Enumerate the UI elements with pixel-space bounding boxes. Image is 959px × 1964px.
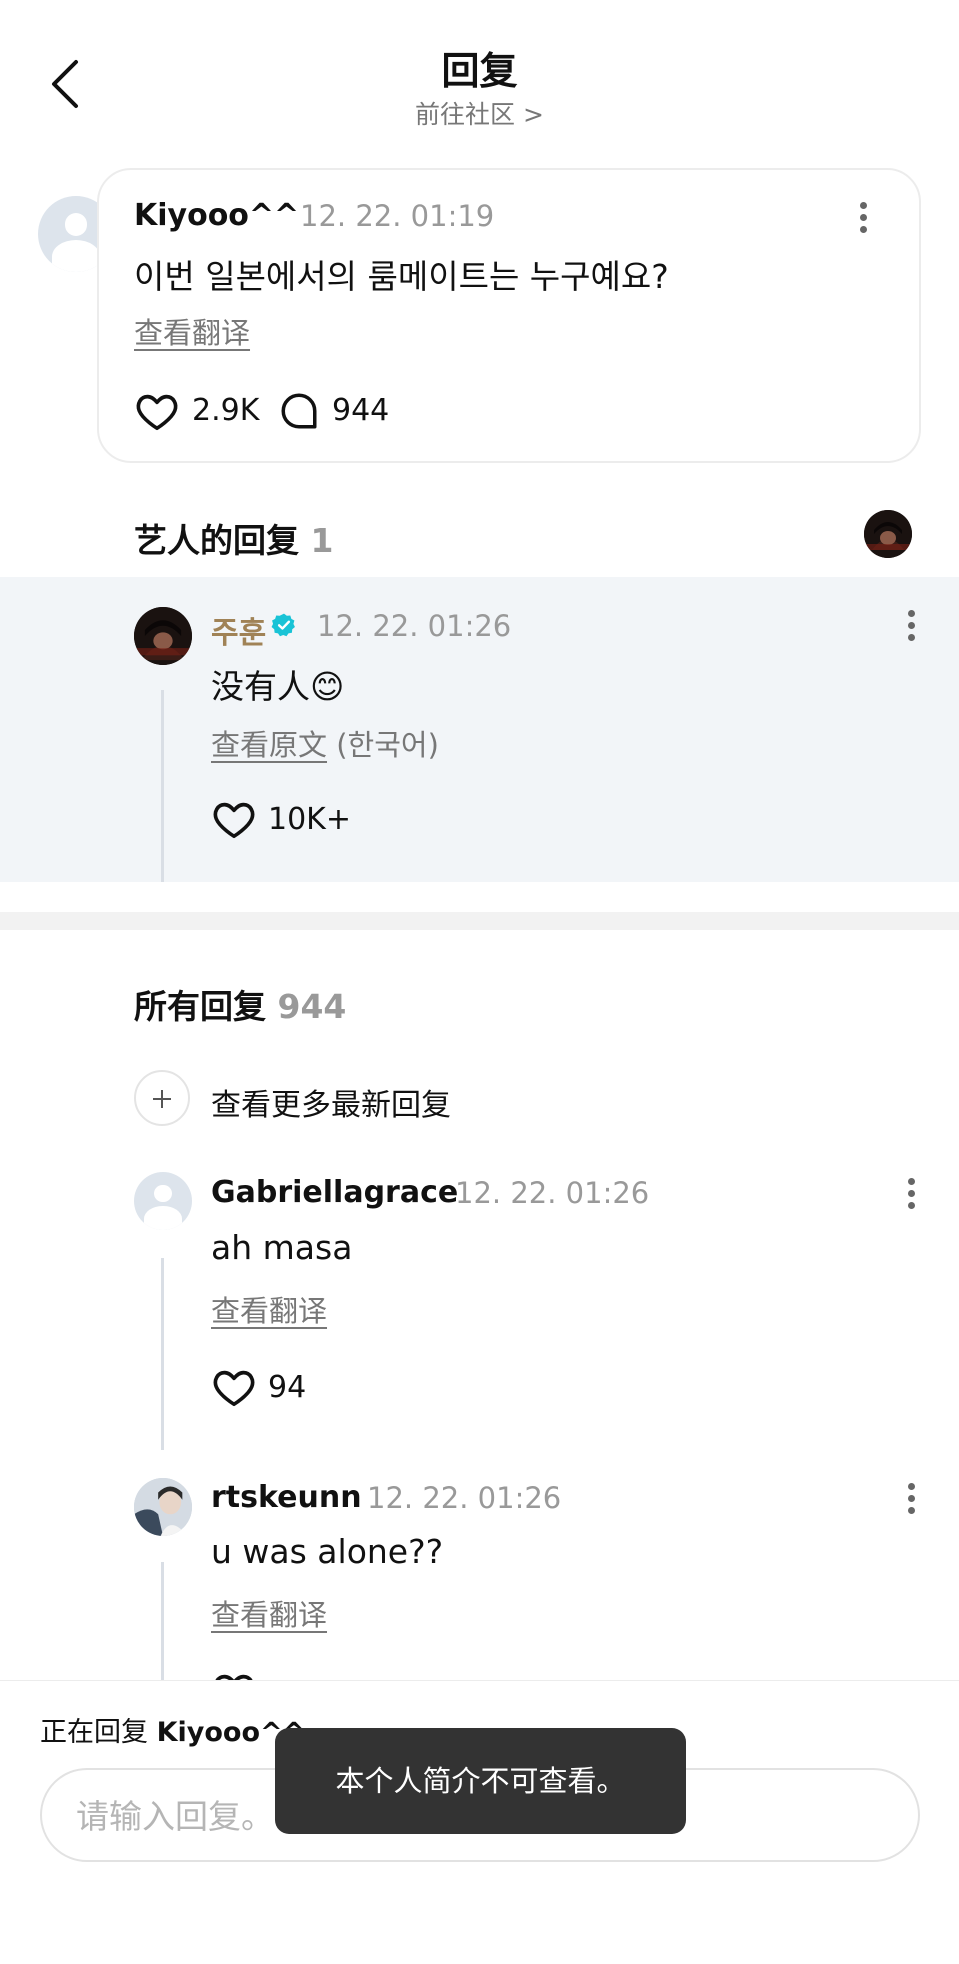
like-button[interactable] [211,796,257,842]
translate-link[interactable]: 查看翻译 [211,1592,327,1634]
translate-link[interactable]: 查看翻译 [134,310,250,352]
translate-link[interactable]: 查看翻译 [211,1288,327,1330]
reply-count: 944 [332,393,390,428]
more-options-button[interactable] [902,1479,922,1519]
like-count: 2.9K [192,393,260,428]
like-button[interactable] [211,1364,257,1410]
verified-badge-icon [271,612,297,638]
replying-prefix: 正在回复 [40,1717,148,1748]
comment-text: 이번 일본에서의 룸메이트는 누구예요? [134,257,669,296]
all-replies-section-title: 所有回复 944 [134,980,346,1028]
reply-text: u was alone?? [211,1532,444,1571]
artist-reply-text: 没有人😊 [211,667,345,706]
artist-photo-icon [864,510,912,558]
section-count: 1 [310,521,334,560]
toast-message: 本个人简介不可查看。 [275,1728,686,1834]
thread-line [161,1258,164,1450]
avatar[interactable] [134,1172,192,1230]
view-original-link[interactable]: 查看原文 [211,728,327,762]
section-divider [0,912,959,930]
like-count: 10K+ [268,802,351,837]
user-photo-icon [134,1478,192,1536]
comment-username[interactable]: Kiyooo^^ [134,198,299,233]
plus-icon [134,1070,190,1126]
more-options-button[interactable] [902,606,922,646]
avatar[interactable] [134,1478,192,1536]
reply-username[interactable]: rtskeunn [211,1480,362,1515]
heart-icon [213,802,255,839]
thread-line [161,690,164,882]
reply-count-button[interactable] [278,390,320,432]
go-to-community-link[interactable]: 前往社区 > [0,95,959,131]
comment-timestamp: 12. 22. 01:19 [300,199,495,233]
speech-bubble-icon [281,393,317,429]
artist-photo-icon [134,607,192,665]
view-original-row: 查看原文 (한국어) [211,722,439,764]
replying-to-label: 正在回复 Kiyooo^^ [40,1710,305,1749]
section-count: 944 [277,987,347,1026]
load-more-label: 查看更多最新回复 [211,1088,451,1123]
artist-avatar-small[interactable] [864,510,912,558]
reply-text: ah masa [211,1228,353,1267]
artist-username[interactable]: 주훈 [211,608,266,652]
page-title: 回复 [441,49,518,93]
reply-username[interactable]: Gabriellagrace [211,1175,458,1210]
like-count: 94 [268,1370,307,1405]
reply-timestamp: 12. 22. 01:26 [367,1481,562,1515]
heart-icon [213,1370,255,1407]
more-options-button[interactable] [854,198,874,238]
avatar[interactable] [134,607,192,665]
original-language-label: (한국어) [336,728,439,762]
reply-timestamp: 12. 22. 01:26 [455,1176,650,1210]
load-more-replies-button[interactable]: 查看更多最新回复 [134,1070,554,1130]
section-title-label: 艺人的回复 [134,521,299,560]
artist-reply-section-title: 艺人的回复 1 [134,514,333,562]
heart-icon [136,394,178,431]
like-button[interactable] [134,388,180,434]
section-title-label: 所有回复 [134,987,266,1026]
thread-line [161,1562,164,1680]
artist-reply-timestamp: 12. 22. 01:26 [317,609,512,643]
more-options-button[interactable] [902,1174,922,1214]
